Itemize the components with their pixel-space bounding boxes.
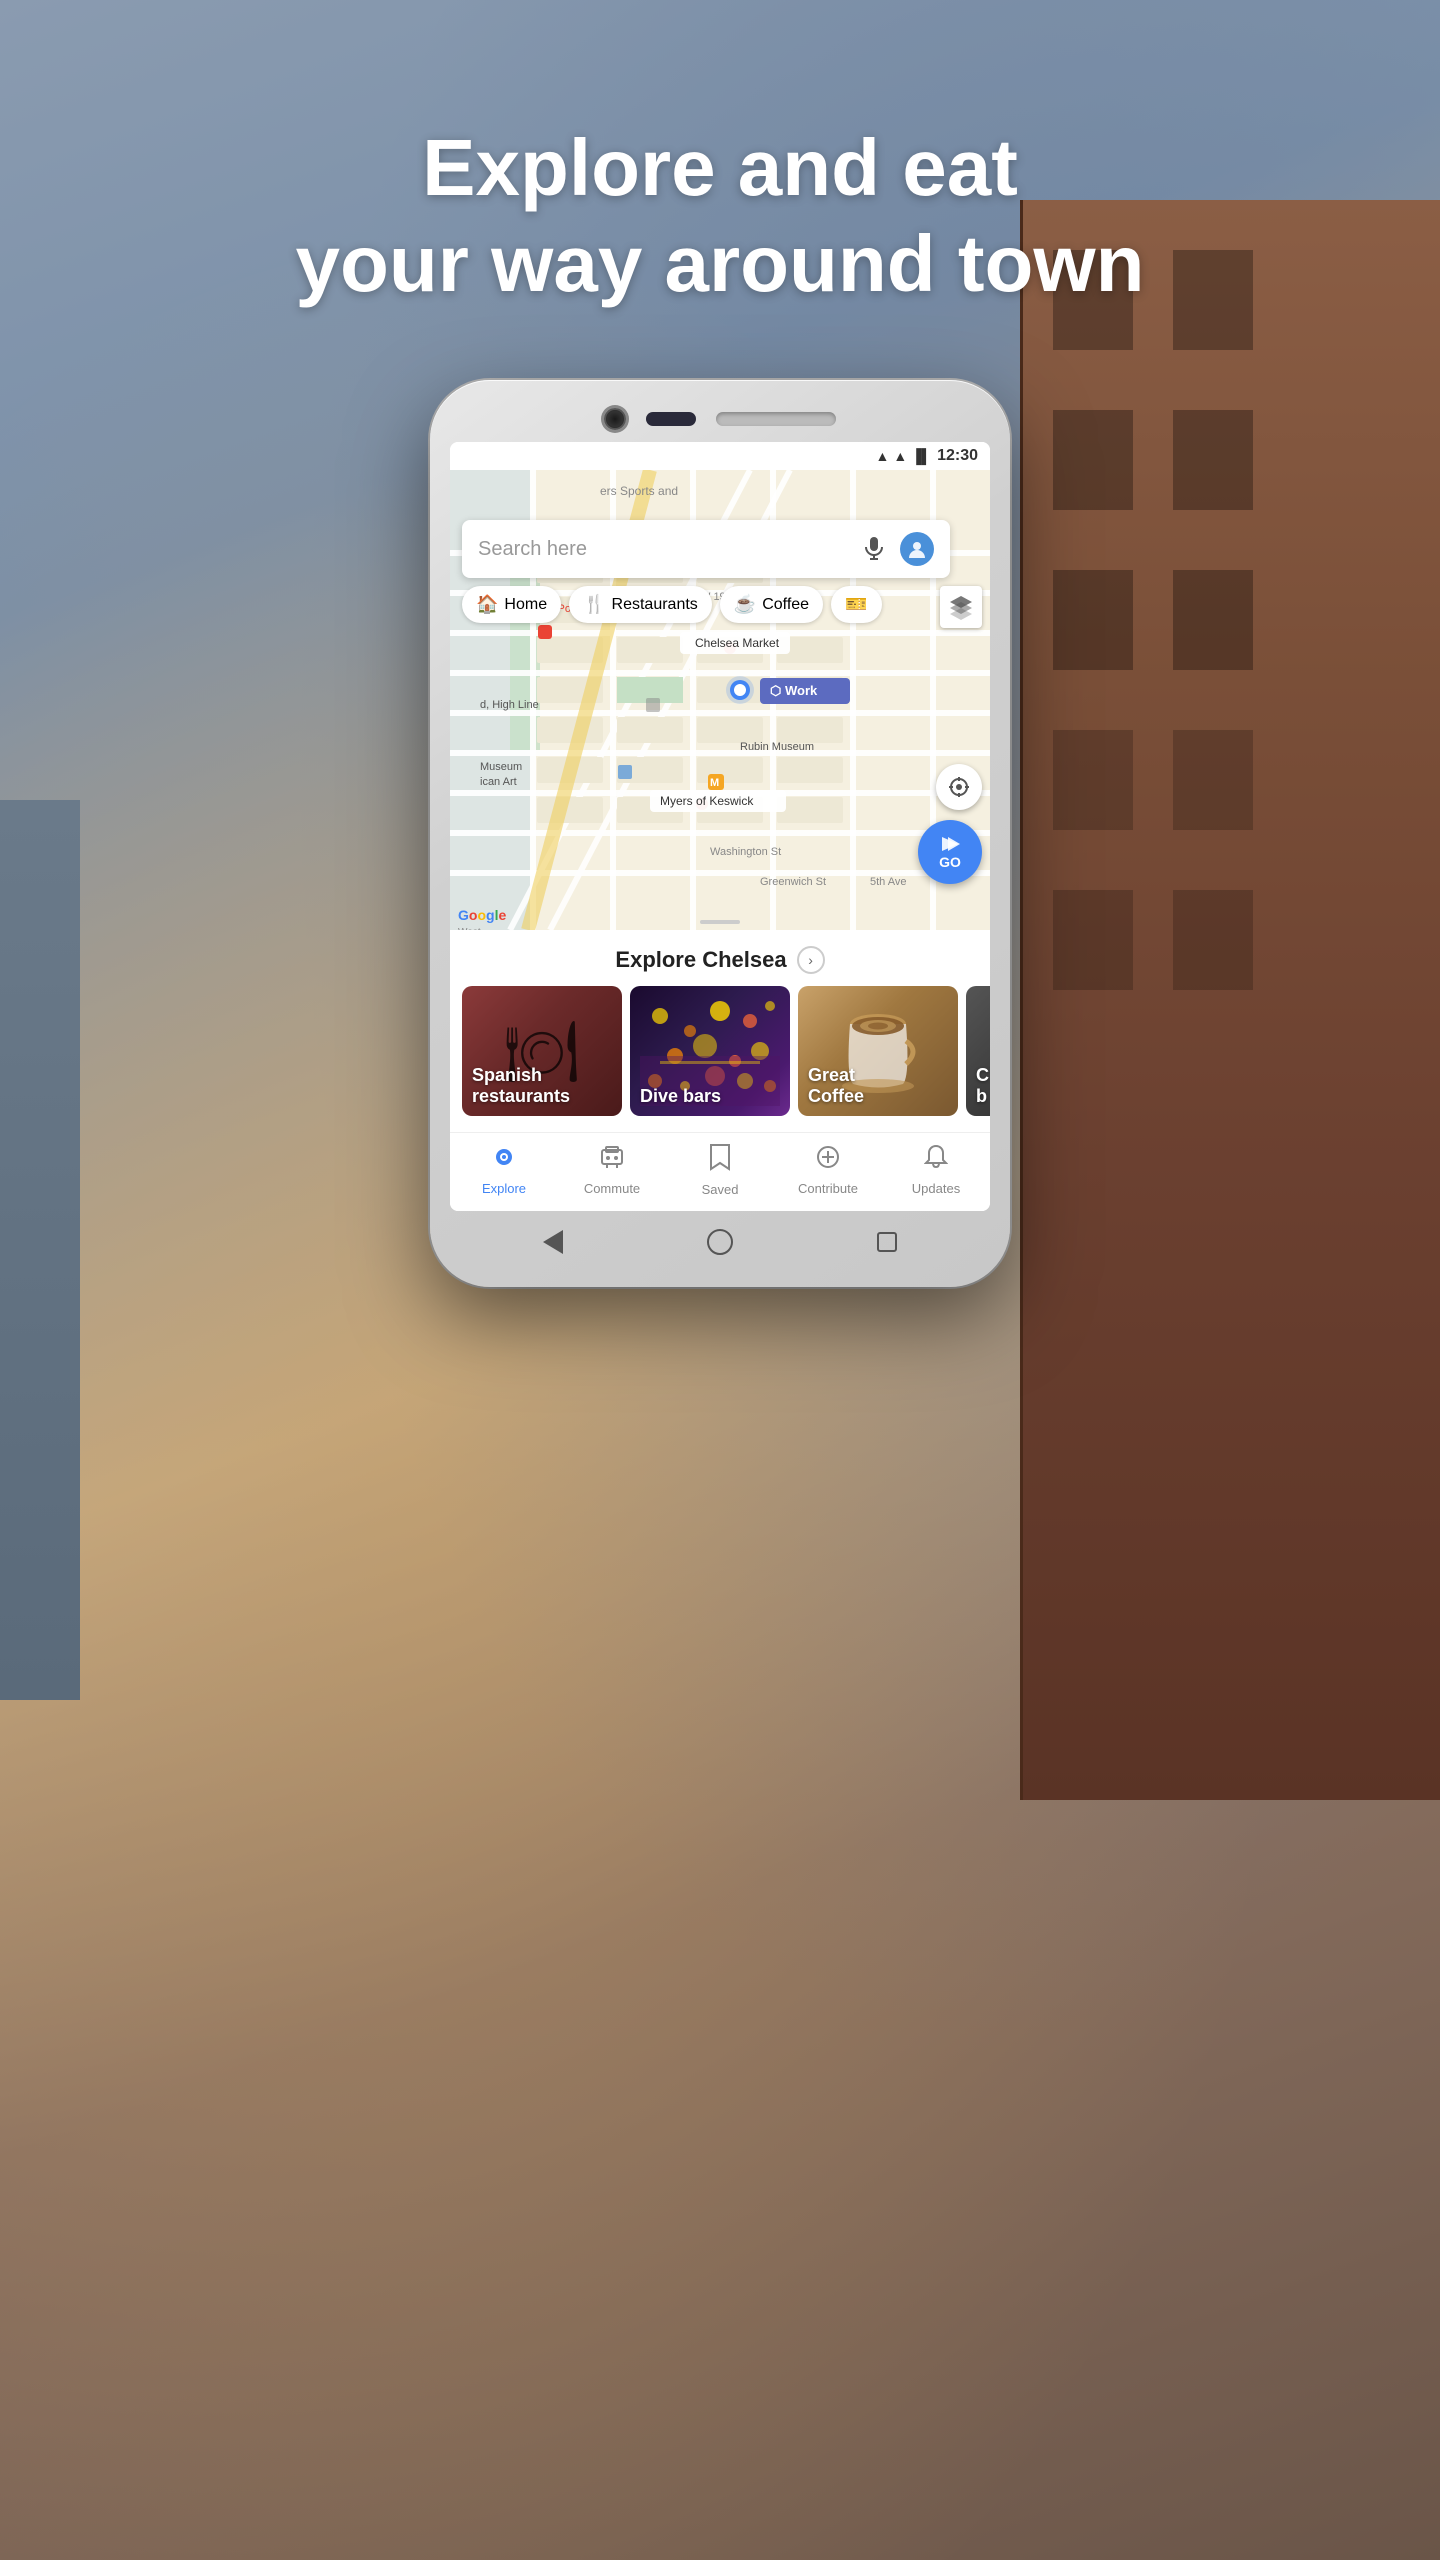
nav-commute[interactable]: Commute (572, 1144, 652, 1196)
nav-updates[interactable]: Updates (896, 1144, 976, 1196)
svg-text:5th Ave: 5th Ave (870, 876, 907, 888)
phone-speaker (716, 412, 836, 426)
home-button[interactable] (703, 1225, 737, 1259)
card-spanish[interactable]: 🍽 Spanishrestaurants (462, 986, 622, 1116)
wifi-icon: ▲ (876, 448, 890, 464)
phone-screen: ▲ ▲ ▐▌ 12:30 (450, 442, 990, 1211)
card-great-coffee[interactable]: GreatCoffee (798, 986, 958, 1116)
svg-text:Museum: Museum (480, 761, 522, 773)
microphone-icon[interactable] (860, 535, 888, 563)
go-button[interactable]: GO (918, 820, 982, 884)
svg-text:ican Art: ican Art (480, 776, 517, 788)
card-great-coffee-label: GreatCoffee (808, 1065, 864, 1108)
contribute-nav-icon (815, 1144, 841, 1177)
card-dive-bars[interactable]: Dive bars (630, 986, 790, 1116)
layer-button[interactable] (940, 586, 982, 628)
filter-entertainment[interactable]: 🎫 (831, 586, 881, 623)
coffee-icon: ☕ (734, 594, 756, 615)
hero-section: Explore and eat your way around town (0, 120, 1440, 312)
home-icon: 🏠 (476, 594, 498, 615)
bottom-nav: Explore Commute (450, 1132, 990, 1211)
svg-text:Washington St: Washington St (710, 846, 781, 858)
card-extra[interactable]: Cb (966, 986, 990, 1116)
user-avatar[interactable] (900, 532, 934, 566)
status-time: 12:30 (937, 447, 978, 465)
svg-text:Google: Google (458, 907, 506, 923)
contribute-nav-label: Contribute (798, 1181, 858, 1196)
status-bar: ▲ ▲ ▐▌ 12:30 (450, 442, 990, 470)
card-spanish-label: Spanishrestaurants (472, 1065, 570, 1108)
phone-bottom-buttons (450, 1225, 990, 1259)
nav-saved[interactable]: Saved (680, 1143, 760, 1197)
svg-text:d, High Line: d, High Line (480, 699, 539, 711)
explore-header: Explore Chelsea › (450, 930, 990, 986)
svg-text:M: M (710, 777, 719, 789)
explore-nav-label: Explore (482, 1181, 526, 1196)
building-right (1020, 200, 1440, 1800)
back-button[interactable] (536, 1225, 570, 1259)
phone-camera (604, 408, 626, 430)
filter-home[interactable]: 🏠 Home (462, 586, 561, 623)
commute-nav-icon (599, 1144, 625, 1177)
card-dive-bars-label: Dive bars (640, 1086, 721, 1108)
svg-text:⬡ Work: ⬡ Work (770, 683, 818, 698)
filter-restaurants-label: Restaurants (612, 596, 698, 614)
explore-section: Explore Chelsea › 🍽 Spanishrestaurants (450, 930, 990, 1132)
location-button[interactable] (936, 764, 982, 810)
filter-restaurants[interactable]: 🍴 Restaurants (569, 586, 712, 623)
phone-top-area (450, 408, 990, 430)
signal-icon: ▲ (893, 448, 907, 464)
svg-text:Greenwich St: Greenwich St (760, 876, 826, 888)
svg-text:Rubin Museum: Rubin Museum (740, 741, 814, 753)
svg-text:ers Sports and: ers Sports and (600, 484, 678, 498)
updates-nav-label: Updates (912, 1181, 960, 1196)
quick-filters: 🏠 Home 🍴 Restaurants ☕ Coffee 🎫 (462, 586, 882, 623)
hero-line2: your way around town (296, 219, 1145, 308)
updates-nav-icon (924, 1144, 948, 1177)
commute-nav-label: Commute (584, 1181, 640, 1196)
svg-text:West: West (458, 927, 481, 930)
recents-button[interactable] (870, 1225, 904, 1259)
hero-line1: Explore and eat (422, 123, 1018, 212)
card-extra-label: Cb (976, 1065, 989, 1108)
phone-outer-shell: ▲ ▲ ▐▌ 12:30 (430, 380, 1010, 1287)
filter-home-label: Home (504, 596, 547, 614)
building-left (0, 800, 80, 1700)
nav-explore[interactable]: Explore (464, 1144, 544, 1196)
category-cards-row: 🍽 Spanishrestaurants (450, 986, 990, 1132)
explore-title: Explore Chelsea (615, 947, 786, 973)
explore-nav-icon (491, 1144, 517, 1177)
filter-coffee-label: Coffee (762, 596, 809, 614)
map-handle (700, 920, 740, 924)
search-bar[interactable]: Search here (462, 520, 950, 578)
map-area[interactable]: 9th 8th Ave W 21st St W 18th St W 19th S… (450, 470, 990, 930)
battery-icon: ▐▌ (911, 448, 931, 464)
nav-contribute[interactable]: Contribute (788, 1144, 868, 1196)
go-label: GO (939, 855, 961, 869)
filter-coffee[interactable]: ☕ Coffee (720, 586, 823, 623)
search-input[interactable]: Search here (478, 538, 860, 561)
saved-nav-icon (709, 1143, 731, 1178)
phone-sensor (646, 412, 696, 426)
phone-device: ▲ ▲ ▐▌ 12:30 (430, 380, 1010, 1287)
svg-text:Myers of Keswick: Myers of Keswick (660, 794, 754, 808)
entertainment-icon: 🎫 (845, 594, 867, 615)
saved-nav-label: Saved (702, 1182, 739, 1197)
svg-text:Chelsea Market: Chelsea Market (695, 636, 780, 650)
status-icons: ▲ ▲ ▐▌ (876, 448, 932, 464)
explore-arrow[interactable]: › (797, 946, 825, 974)
restaurants-icon: 🍴 (583, 594, 605, 615)
